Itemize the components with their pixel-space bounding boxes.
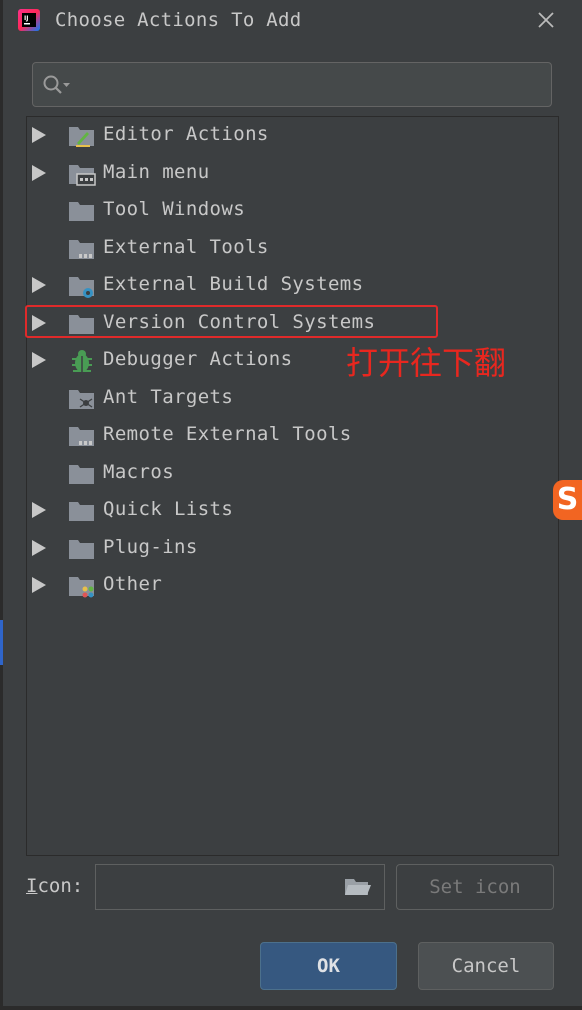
svg-text:IJ: IJ bbox=[24, 15, 28, 22]
folder-icon bbox=[69, 465, 94, 484]
title-bar: IJ Choose Actions To Add bbox=[0, 0, 582, 42]
tree-item-remote-external-tools[interactable]: Remote External Tools bbox=[27, 420, 557, 450]
browse-folder-icon[interactable] bbox=[344, 877, 372, 897]
tree-item-label: Quick Lists bbox=[103, 498, 234, 520]
icon-field-label: Icon: bbox=[26, 875, 83, 897]
folder-build-gear-icon bbox=[69, 277, 94, 298]
expand-arrow-icon[interactable] bbox=[32, 165, 46, 181]
folder-icon bbox=[69, 202, 94, 221]
tree-item-label: Plug-ins bbox=[103, 536, 198, 558]
expand-arrow-icon[interactable] bbox=[32, 127, 46, 143]
tree-item-other[interactable]: Other bbox=[27, 570, 557, 600]
set-icon-button[interactable]: Set icon bbox=[396, 864, 554, 910]
tree-item-ant-targets[interactable]: Ant Targets bbox=[27, 383, 557, 413]
cancel-button[interactable]: Cancel bbox=[418, 942, 554, 990]
tree-item-label: External Tools bbox=[103, 236, 269, 258]
sogou-ime-icon[interactable]: S bbox=[553, 480, 582, 520]
close-icon[interactable] bbox=[535, 9, 557, 31]
intellij-app-icon: IJ bbox=[18, 9, 40, 31]
folder-icon bbox=[69, 540, 94, 559]
folder-menu-icon bbox=[69, 165, 96, 186]
icon-label-text: con: bbox=[37, 875, 84, 897]
tree-item-label: Macros bbox=[103, 461, 175, 483]
actions-tree[interactable]: Editor Actions Main menu Tool Windows Ex… bbox=[26, 116, 559, 856]
search-field[interactable] bbox=[32, 62, 552, 107]
folder-icon bbox=[69, 502, 94, 521]
annotation-text: 打开往下翻 bbox=[346, 344, 507, 382]
bottom-window-edge bbox=[0, 1006, 582, 1010]
dialog-title: Choose Actions To Add bbox=[55, 9, 302, 31]
tree-item-label: Tool Windows bbox=[103, 198, 246, 220]
tree-item-label: Other bbox=[103, 573, 163, 595]
tree-item-main-menu[interactable]: Main menu bbox=[27, 158, 557, 188]
tree-item-external-build-systems[interactable]: External Build Systems bbox=[27, 270, 557, 300]
tree-item-label: Main menu bbox=[103, 161, 210, 183]
expand-arrow-icon[interactable] bbox=[32, 277, 46, 293]
tree-item-label: Ant Targets bbox=[103, 386, 234, 408]
folder-external-tools-icon bbox=[69, 427, 94, 446]
icon-path-field[interactable] bbox=[95, 864, 385, 910]
annotation-highlight-box bbox=[25, 305, 438, 338]
tree-item-label: Editor Actions bbox=[103, 123, 269, 145]
tree-item-macros[interactable]: Macros bbox=[27, 458, 557, 488]
expand-arrow-icon[interactable] bbox=[32, 577, 46, 593]
tree-item-plug-ins[interactable]: Plug-ins bbox=[27, 533, 557, 563]
expand-arrow-icon[interactable] bbox=[32, 502, 46, 518]
tree-item-quick-lists[interactable]: Quick Lists bbox=[27, 495, 557, 525]
tree-item-external-tools[interactable]: External Tools bbox=[27, 233, 557, 263]
ok-button[interactable]: OK bbox=[260, 942, 397, 990]
tree-item-label: Remote External Tools bbox=[103, 423, 352, 445]
tree-item-label: External Build Systems bbox=[103, 273, 364, 295]
tree-item-tool-windows[interactable]: Tool Windows bbox=[27, 195, 557, 225]
folder-ant-icon bbox=[69, 390, 94, 409]
left-window-edge bbox=[0, 0, 3, 1010]
folder-external-tools-icon bbox=[69, 240, 94, 259]
search-icon[interactable] bbox=[42, 74, 74, 96]
folder-other-icon bbox=[69, 577, 94, 598]
tree-item-editor-actions[interactable]: Editor Actions bbox=[27, 120, 557, 150]
search-input[interactable] bbox=[81, 71, 545, 99]
expand-arrow-icon[interactable] bbox=[32, 540, 46, 556]
icon-path-input[interactable] bbox=[102, 875, 336, 901]
bug-icon bbox=[72, 350, 92, 372]
tree-item-label: Debugger Actions bbox=[103, 348, 293, 370]
edge-selection-marker bbox=[0, 620, 3, 665]
icon-label-mnemonic: I bbox=[26, 875, 38, 897]
expand-arrow-icon[interactable] bbox=[32, 352, 46, 368]
folder-editor-icon bbox=[69, 127, 94, 147]
